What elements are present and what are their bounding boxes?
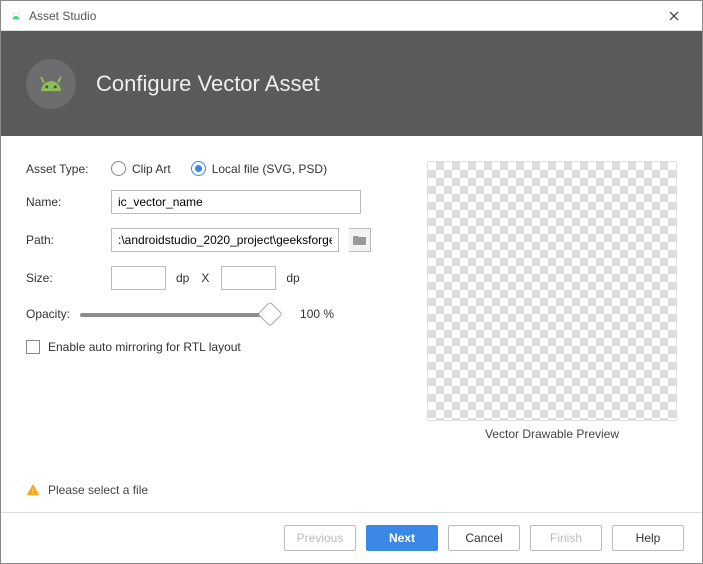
- preview-panel: Vector Drawable Preview: [427, 161, 677, 473]
- warning-icon: [26, 483, 40, 497]
- radio-clip-art-label: Clip Art: [132, 162, 171, 176]
- finish-button[interactable]: Finish: [530, 525, 602, 551]
- preview-canvas: [427, 161, 677, 421]
- button-bar: Previous Next Cancel Finish Help: [1, 512, 702, 563]
- next-button[interactable]: Next: [366, 525, 438, 551]
- asset-studio-dialog: Asset Studio Configure Vector Asset Asse…: [0, 0, 703, 564]
- slider-fill: [80, 313, 270, 317]
- slider-thumb: [257, 301, 282, 326]
- asset-type-radio-group: Clip Art Local file (SVG, PSD): [111, 161, 327, 176]
- form-panel: Asset Type: Clip Art Local file (SVG, PS…: [26, 161, 397, 473]
- size-row: Size: dp X dp: [26, 266, 397, 290]
- name-input[interactable]: [111, 190, 361, 214]
- rtl-label: Enable auto mirroring for RTL layout: [48, 340, 241, 354]
- previous-button[interactable]: Previous: [284, 525, 356, 551]
- rtl-checkbox[interactable]: [26, 340, 40, 354]
- cancel-button[interactable]: Cancel: [448, 525, 520, 551]
- asset-type-label: Asset Type:: [26, 162, 101, 176]
- name-row: Name:: [26, 190, 397, 214]
- android-head-icon: [34, 67, 68, 101]
- rtl-row: Enable auto mirroring for RTL layout: [26, 340, 397, 354]
- radio-local-file[interactable]: Local file (SVG, PSD): [191, 161, 327, 176]
- path-label: Path:: [26, 233, 101, 247]
- opacity-row: Opacity: 100 %: [26, 304, 397, 324]
- size-unit-h: dp: [286, 271, 299, 285]
- browse-path-button[interactable]: [349, 228, 371, 252]
- size-separator: X: [201, 271, 209, 285]
- warning-text: Please select a file: [48, 483, 148, 497]
- dialog-content: Asset Type: Clip Art Local file (SVG, PS…: [1, 136, 702, 483]
- radio-icon-unselected: [111, 161, 126, 176]
- opacity-label: Opacity:: [26, 307, 70, 321]
- path-row: Path:: [26, 228, 397, 252]
- size-height-input[interactable]: [221, 266, 276, 290]
- opacity-value: 100 %: [300, 307, 334, 321]
- window-title: Asset Studio: [29, 9, 654, 23]
- folder-icon: [353, 234, 367, 246]
- android-studio-icon: [9, 9, 23, 23]
- window-close-button[interactable]: [654, 2, 694, 30]
- asset-type-row: Asset Type: Clip Art Local file (SVG, PS…: [26, 161, 397, 176]
- name-label: Name:: [26, 195, 101, 209]
- radio-icon-selected: [191, 161, 206, 176]
- warning-row: Please select a file: [1, 483, 702, 512]
- titlebar: Asset Studio: [1, 1, 702, 31]
- path-input[interactable]: [111, 228, 339, 252]
- size-label: Size:: [26, 271, 101, 285]
- size-width-input[interactable]: [111, 266, 166, 290]
- radio-clip-art[interactable]: Clip Art: [111, 161, 171, 176]
- opacity-slider[interactable]: [80, 304, 270, 324]
- asset-studio-logo: [26, 59, 76, 109]
- close-icon: [669, 11, 679, 21]
- radio-local-file-label: Local file (SVG, PSD): [212, 162, 327, 176]
- help-button[interactable]: Help: [612, 525, 684, 551]
- size-unit-w: dp: [176, 271, 189, 285]
- dialog-title: Configure Vector Asset: [96, 71, 320, 97]
- dialog-header: Configure Vector Asset: [1, 31, 702, 136]
- preview-label: Vector Drawable Preview: [485, 427, 619, 441]
